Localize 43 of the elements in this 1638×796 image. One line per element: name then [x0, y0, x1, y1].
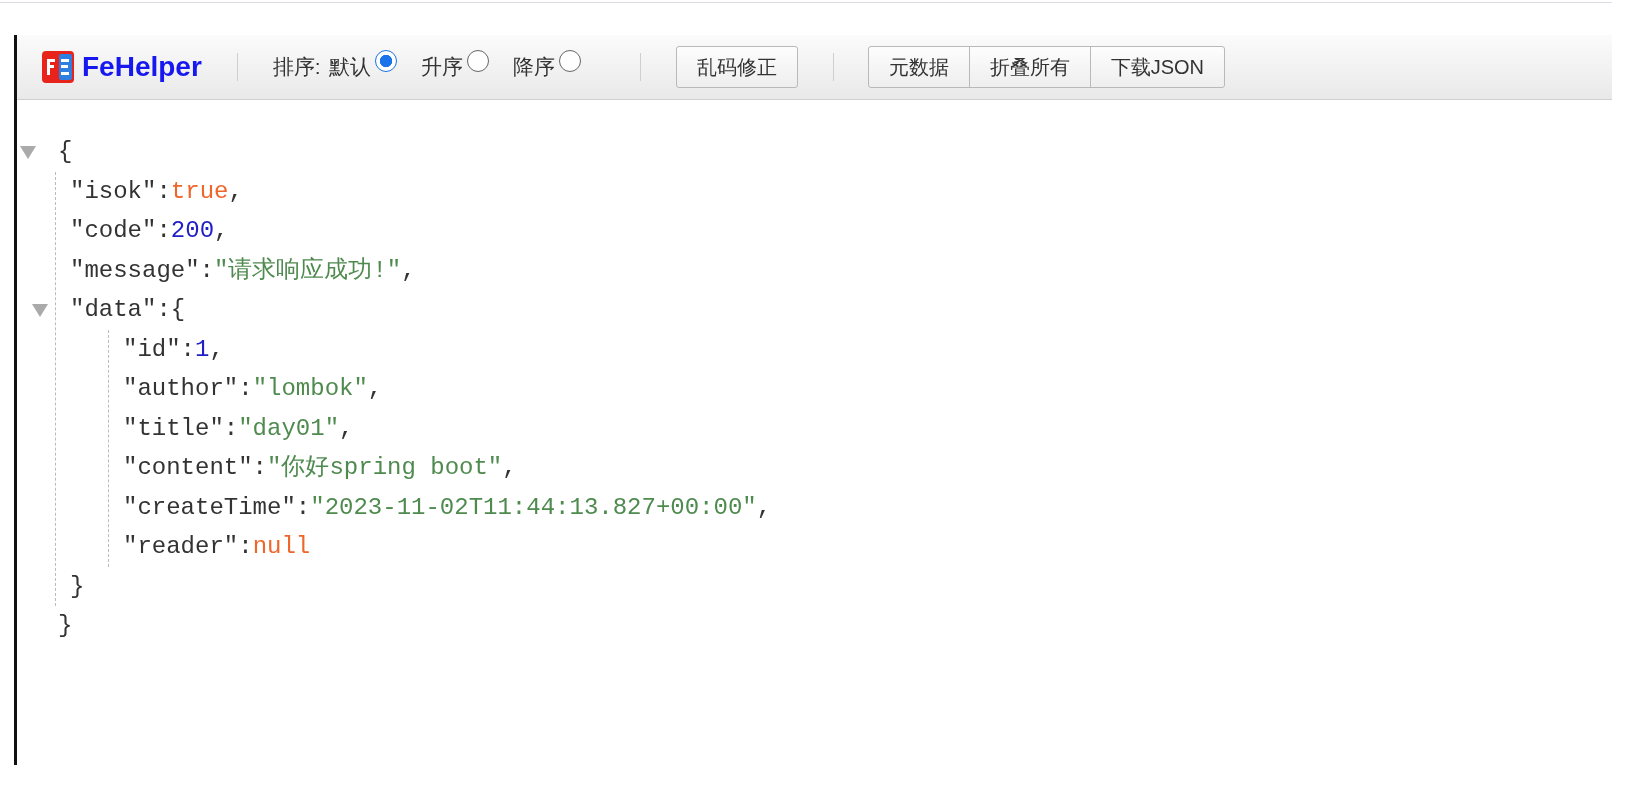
json-key: "data":: [70, 290, 171, 330]
json-key: "isok":: [70, 171, 171, 211]
json-comma: ,: [339, 413, 354, 444]
sort-radio[interactable]: 升序: [420, 51, 489, 83]
fix-encoding-button[interactable]: 乱码修正: [675, 46, 798, 88]
json-brace: {: [58, 137, 73, 167]
json-value: true: [170, 176, 229, 207]
app-logo-text: FeHelper: [82, 50, 202, 84]
json-comma: ,: [401, 255, 416, 286]
json-key: "author":: [123, 369, 253, 409]
json-value: 1: [195, 334, 210, 365]
sort-radio[interactable]: 默认: [328, 51, 397, 83]
logo-icon: [42, 51, 74, 83]
json-key: "createTime":: [123, 487, 311, 527]
json-value: 200: [170, 216, 215, 246]
toolbar-button[interactable]: 元数据: [867, 46, 970, 88]
sort-label: 排序:: [272, 54, 321, 81]
json-value: "day01": [238, 413, 340, 444]
json-key: "id":: [123, 329, 195, 369]
json-comma: ,: [367, 374, 383, 404]
json-value: "你好spring boot": [267, 453, 503, 483]
json-key: "content":: [123, 448, 268, 488]
json-comma: ,: [209, 334, 224, 365]
json-value: "lombok": [252, 374, 368, 404]
json-comma: ,: [228, 176, 243, 207]
toolbar-button[interactable]: 折叠所有: [968, 46, 1091, 88]
json-brace: }: [58, 611, 73, 641]
json-value: null: [252, 532, 311, 562]
json-value: "请求响应成功!": [214, 255, 402, 286]
toolbar-button[interactable]: 下载JSON: [1089, 46, 1225, 88]
json-key: "message":: [70, 250, 215, 290]
json-value: "2023-11-02T11:44:13.827+00:00": [310, 492, 757, 523]
toggle-icon[interactable]: [20, 144, 36, 159]
json-comma: ,: [756, 492, 772, 523]
json-key: "reader":: [123, 527, 253, 567]
json-key: "title":: [123, 408, 239, 448]
toggle-icon[interactable]: [32, 302, 48, 317]
json-brace: }: [70, 571, 85, 602]
json-brace: {: [170, 295, 186, 325]
json-comma: ,: [502, 453, 517, 483]
sort-radio[interactable]: 降序: [512, 51, 581, 83]
json-comma: ,: [214, 216, 229, 246]
json-key: "code":: [70, 211, 171, 251]
